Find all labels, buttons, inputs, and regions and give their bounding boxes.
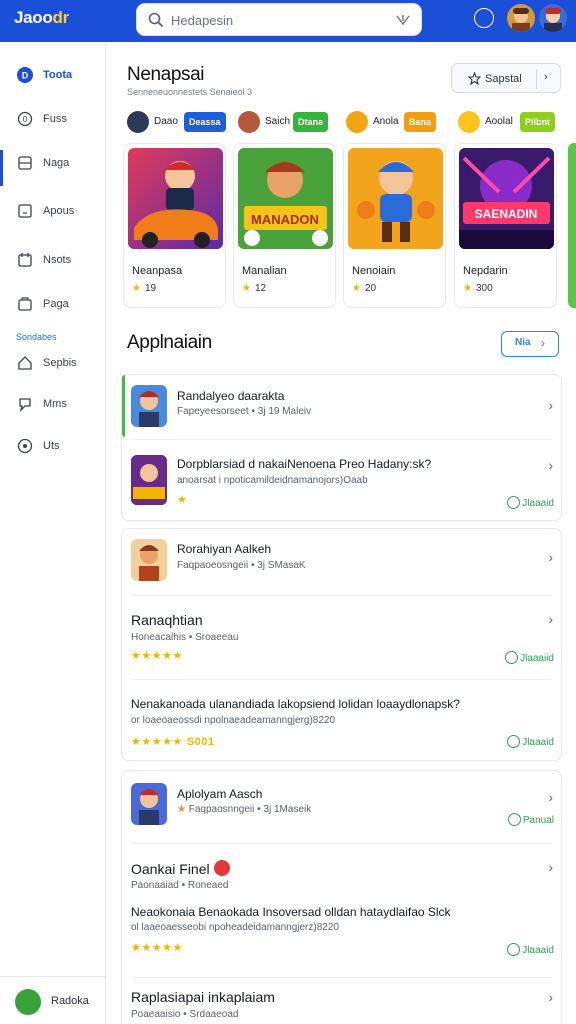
chip-icon: [127, 111, 149, 133]
list-item[interactable]: Nenakanoada ulanandiada lakopsiend lolid…: [122, 683, 563, 761]
featured-card[interactable]: SAENADIN Nepdarin ★ 300: [454, 143, 557, 308]
list-item[interactable]: Aplolyam Aasch ★ Faqpaosnngeii • 3j 1Mas…: [122, 771, 563, 841]
rating-stars: ★: [177, 494, 188, 506]
top-bar: Jaoodr Hedapesin: [0, 0, 576, 42]
sidebar-item-7[interactable]: Sepbis: [0, 348, 106, 378]
list-item[interactable]: Dorpblarsiad d nakaiNenoena Preo Hadany:…: [122, 441, 563, 521]
main-content: Nenapsai Senneneuonnestets Senaieol 3 Sa…: [106, 42, 576, 1024]
app-logo[interactable]: Jaoodr: [14, 8, 69, 28]
svg-text:MANADON: MANADON: [251, 212, 319, 227]
circle-icon: 0: [17, 111, 33, 127]
game-art-image: [128, 148, 223, 249]
chip-icon: [238, 111, 260, 133]
grid-icon: [18, 156, 32, 170]
game-thumbnail: [131, 455, 167, 505]
sidebar-item-5[interactable]: Nsots: [0, 245, 106, 275]
list-item[interactable]: Oankai Finel Paonaaiad • Roneaed ›: [122, 847, 563, 897]
sidebar: D Toota 0 Fuss Naga Apous Nsots Paga Son…: [0, 42, 106, 1024]
chip-icon: [346, 111, 368, 133]
list-panel: Randalyeo daarakta Fapeyeesorseet • 3j 1…: [121, 374, 562, 521]
install-status[interactable]: Jlaaaiid: [505, 651, 554, 665]
sidebar-footer[interactable]: Radoka: [0, 976, 106, 1024]
star-icon: ★: [352, 283, 361, 294]
install-status[interactable]: Jlaaaid: [507, 496, 554, 510]
filter-chip[interactable]: Anola Bana: [346, 111, 446, 133]
chevron-right-icon: ›: [548, 457, 553, 473]
sidebar-item-3[interactable]: Naga: [0, 148, 106, 178]
rating-stars: ★★★★★ S001: [131, 736, 215, 748]
sidebar-item-9[interactable]: Uts: [0, 431, 106, 461]
calendar-icon: [18, 253, 32, 267]
chevron-down-icon: ›: [544, 71, 548, 83]
search-input[interactable]: Hedapesin: [171, 13, 233, 28]
list-item[interactable]: Rorahiyan Aalkeh Faqpaoeosngeii • 3j SMa…: [122, 529, 563, 593]
page-title: Nenapsai: [127, 64, 205, 85]
filter-chip[interactable]: Saich Dtana: [238, 111, 338, 133]
install-status[interactable]: Jlaaaid: [507, 735, 554, 749]
see-all-button[interactable]: Nia ›: [501, 331, 559, 357]
alert-badge-icon: [213, 860, 230, 876]
sidebar-item-6[interactable]: Paga: [0, 289, 106, 319]
game-thumbnail: [131, 783, 167, 825]
chevron-right-icon: ›: [548, 549, 553, 565]
list-item[interactable]: Neaokonaia Benaokada Insoversad olldan h…: [122, 901, 563, 981]
game-art-image: [348, 148, 443, 249]
rating-stars: ★★★★★: [131, 650, 183, 662]
search-icon: [148, 12, 164, 28]
featured-card[interactable]: Nenoiain ★ 20: [343, 143, 446, 308]
rating-stars: ★★★★★: [131, 942, 183, 954]
filter-chip[interactable]: Daao Deassa: [127, 111, 227, 133]
profile-avatar[interactable]: [15, 989, 41, 1015]
install-status[interactable]: Jlaaaid: [507, 943, 554, 957]
list-panel: Aplolyam Aasch ★ Faqpaosnngeii • 3j 1Mas…: [121, 770, 562, 1024]
svg-text:D: D: [22, 71, 29, 81]
section-title: Applnaiain: [127, 332, 212, 353]
chevron-right-icon: ›: [548, 989, 553, 1005]
game-thumbnail: [131, 539, 167, 581]
sidebar-item-2[interactable]: 0 Fuss: [0, 104, 106, 134]
avatar-2[interactable]: [539, 4, 567, 32]
chevron-right-icon: ›: [548, 611, 553, 627]
sort-icon: [468, 72, 481, 85]
game-thumbnail: [131, 385, 167, 427]
chevron-right-icon: ›: [548, 859, 553, 875]
game-art-image: SAENADIN: [459, 148, 554, 249]
chip-icon: [458, 111, 480, 133]
list-panel: Rorahiyan Aalkeh Faqpaoeosngeii • 3j SMa…: [121, 528, 562, 761]
chat-icon: [19, 398, 31, 412]
filter-chip[interactable]: Aoolal Pilbnt: [458, 111, 566, 133]
sidebar-item-8[interactable]: Mms: [0, 389, 106, 419]
square-icon: [18, 204, 32, 218]
chevron-right-icon: ›: [548, 789, 553, 805]
home-icon: D: [17, 67, 33, 83]
sidebar-item-home[interactable]: D Toota: [0, 60, 106, 90]
avatar-1[interactable]: [507, 4, 535, 32]
notification-icon[interactable]: [474, 8, 494, 28]
search-bar[interactable]: Hedapesin: [136, 3, 422, 36]
star-icon: ★: [132, 283, 141, 294]
featured-card[interactable]: Neanpasa ★ 19: [123, 143, 226, 308]
featured-card[interactable]: MANADON Manalian ★ 12: [233, 143, 336, 308]
sidebar-item-4[interactable]: Apous: [0, 196, 106, 226]
sidebar-section-label: Sondabes: [16, 332, 57, 342]
chevron-right-icon: ›: [541, 336, 545, 350]
sort-button[interactable]: Sapstal ›: [451, 63, 561, 93]
game-art-image: MANADON: [238, 148, 333, 249]
star-icon: ★: [242, 283, 251, 294]
box-icon: [18, 297, 32, 311]
list-item[interactable]: Randalyeo daarakta Fapeyeesorseet • 3j 1…: [122, 375, 563, 437]
page-subtitle: Senneneuonnestets Senaieol 3: [127, 87, 253, 97]
svg-text:SAENADIN: SAENADIN: [475, 207, 538, 221]
list-item[interactable]: Raplasiapai inkaplaiam Poaeaaisio • Srda…: [122, 981, 563, 1024]
star-icon: ★: [463, 283, 472, 294]
install-status[interactable]: Panual: [507, 813, 554, 827]
svg-text:0: 0: [23, 115, 28, 124]
disc-icon: [17, 438, 33, 454]
house-icon: [18, 356, 32, 370]
voice-search-icon[interactable]: [395, 12, 411, 28]
featured-card-peek[interactable]: [568, 143, 576, 308]
list-item[interactable]: Ranaqhtian Honeacalhis • Sroaeeau ★★★★★ …: [122, 599, 563, 679]
chevron-right-icon: ›: [548, 397, 553, 413]
